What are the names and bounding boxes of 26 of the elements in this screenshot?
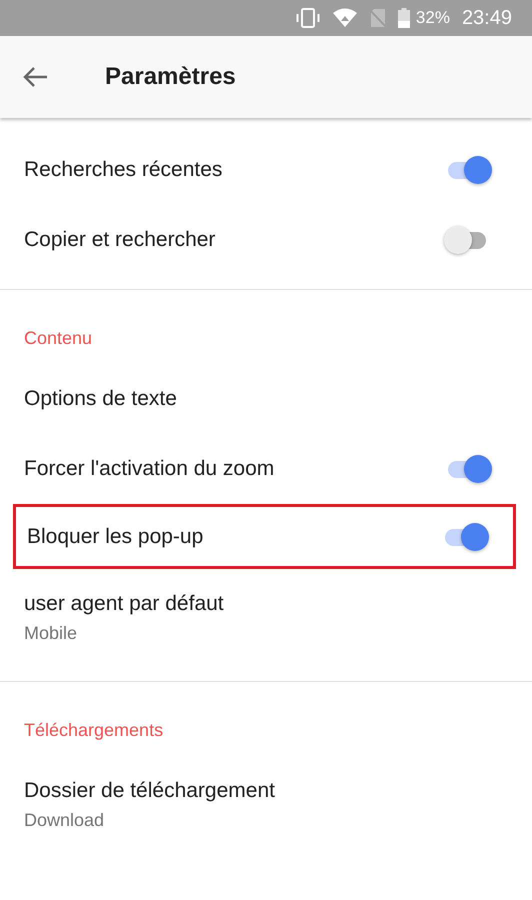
battery-percent: 32%: [416, 8, 450, 28]
setting-label: Copier et rechercher: [24, 227, 216, 253]
setting-row[interactable]: Options de texte: [0, 364, 516, 434]
back-arrow-icon: [22, 66, 48, 88]
vibrate-icon: [296, 8, 320, 28]
setting-row[interactable]: Copier et rechercher: [0, 205, 516, 275]
wifi-icon: [332, 8, 358, 28]
section-header: Contenu: [23, 327, 94, 350]
battery-icon: [398, 8, 410, 28]
setting-summary: Download: [24, 809, 104, 832]
setting-label: Dossier de téléchargement: [24, 778, 275, 804]
highlighted-setting-row[interactable]: Bloquer les pop-up: [13, 504, 516, 569]
setting-label: Recherches récentes: [24, 157, 222, 183]
setting-row[interactable]: user agent par défaut Mobile: [0, 569, 516, 667]
setting-row[interactable]: Recherches récentes: [0, 135, 516, 205]
setting-label: Options de texte: [24, 386, 177, 412]
setting-label: Bloquer les pop-up: [27, 524, 204, 550]
setting-summary: Mobile: [24, 622, 78, 645]
clock-time: 23:49: [462, 6, 512, 30]
setting-row[interactable]: Dossier de téléchargement Download: [0, 756, 516, 854]
no-sim-icon: [370, 8, 386, 28]
setting-label: Forcer l'activation du zoom: [24, 456, 274, 482]
section-header: Téléchargements: [23, 719, 164, 742]
setting-row[interactable]: Forcer l'activation du zoom: [0, 434, 516, 504]
page-title: Paramètres: [105, 63, 236, 91]
setting-label: user agent par défaut: [24, 591, 224, 617]
